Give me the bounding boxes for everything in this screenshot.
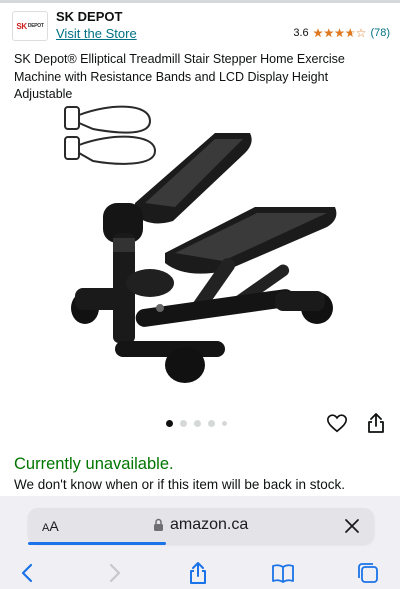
availability-message: We don't know when or if this item will … [14,477,345,492]
rating[interactable]: 3.6 ☆☆☆☆☆ ★★★★★ (78) [293,27,390,39]
resistance-band-icon [64,105,157,165]
rating-value: 3.6 [293,27,309,39]
bookmarks-icon[interactable] [271,561,295,585]
url-text[interactable]: amazon.ca [170,516,248,534]
image-carousel-dots[interactable] [166,420,227,427]
share-icon[interactable] [366,412,386,434]
back-icon[interactable] [16,561,40,585]
stepper-pedal-icon [135,133,252,224]
top-divider [0,0,400,3]
lock-icon [154,518,163,531]
product-title: SK Depot® Elliptical Treadmill Stair Ste… [14,52,345,101]
carousel-dot[interactable] [222,421,227,426]
forward-icon[interactable] [102,561,126,585]
star-rating-icon: ☆☆☆☆☆ ★★★★★ [312,26,367,40]
rating-count[interactable]: (78) [370,27,390,39]
brand-name: SK DEPOT [56,9,123,24]
availability-status: Currently unavailable. [14,455,174,473]
carousel-dot[interactable] [208,420,215,427]
brand-row: SK DEPOT SK DEPOT Visit the Store 3.6 ☆☆☆… [12,8,390,44]
reader-aa-button[interactable]: AA [42,518,59,534]
close-icon[interactable] [344,518,360,534]
tabs-icon[interactable] [356,561,380,585]
carousel-dot[interactable] [166,420,173,427]
carousel-dot[interactable] [180,420,187,427]
safari-share-icon[interactable] [186,561,210,585]
heart-icon[interactable] [326,412,348,434]
product-image[interactable] [55,103,345,403]
brand-logo[interactable]: SK DEPOT [12,11,48,41]
carousel-dot[interactable] [194,420,201,427]
page-load-progress [28,542,167,545]
visit-store-link[interactable]: Visit the Store [56,26,137,41]
